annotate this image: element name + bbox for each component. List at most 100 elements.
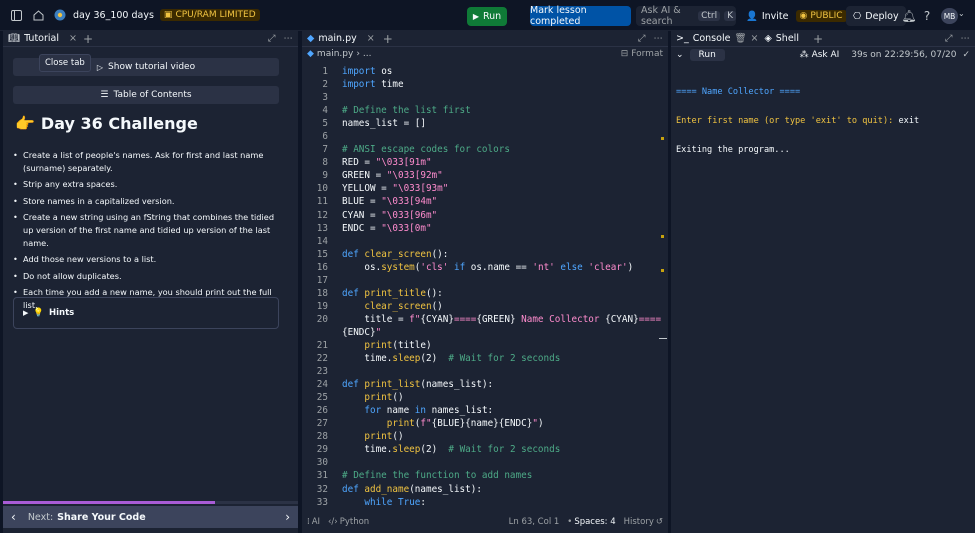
tab-shell[interactable]: ◈ Shell	[764, 33, 805, 44]
code-line[interactable]: 6	[302, 130, 660, 143]
code-line[interactable]: 21 print(title)	[302, 339, 660, 352]
code-line[interactable]: 22 time.sleep(2) # Wait for 2 seconds	[302, 352, 660, 365]
history-button[interactable]: History ↺	[624, 517, 663, 527]
cursor-position[interactable]: Ln 63, Col 1	[509, 517, 560, 527]
code-line[interactable]: 30	[302, 456, 660, 469]
deploy-button[interactable]: ⎔ Deploy	[846, 6, 906, 26]
code-text: CYAN = "\033[96m"	[342, 209, 438, 221]
play-icon: ▷	[96, 62, 104, 72]
code-line[interactable]: 8 RED = "\033[91m"	[302, 156, 660, 169]
console-ask-ai-label: Ask AI	[811, 50, 840, 60]
table-of-contents-button[interactable]: ☰ Table of Contents	[13, 86, 279, 104]
challenge-title: 👉 Day 36 Challenge	[15, 114, 198, 133]
chevron-down-icon[interactable]: ⌄	[958, 9, 965, 18]
code-line[interactable]: 1 import os	[302, 65, 660, 78]
indent-status[interactable]: • Spaces: 4	[567, 517, 615, 527]
console-toolbar: ⌄ Run ⁂ Ask AI 39s on 22:29:56, 07/20 ✓	[671, 47, 975, 63]
code-line[interactable]: 15 def clear_screen():	[302, 248, 660, 261]
code-line[interactable]: 2 import time	[302, 78, 660, 91]
home-icon[interactable]	[27, 4, 49, 26]
tab-tutorial[interactable]: 📖︎ Tutorial ×	[8, 33, 83, 44]
cpu-limited-badge[interactable]: ▣ CPU/RAM LIMITED	[159, 9, 260, 21]
code-line[interactable]: 17	[302, 274, 660, 287]
console-tab-bar: >_ Console 🗑︎ × ◈ Shell + ⤢ ⋯	[671, 31, 975, 47]
list-item: Add those new versions to a list.	[13, 253, 283, 266]
code-line[interactable]: 29 time.sleep(2) # Wait for 2 seconds	[302, 443, 660, 456]
new-tab-icon[interactable]: +	[83, 32, 93, 46]
run-button[interactable]: ▶ Run	[467, 7, 507, 26]
next-lesson-bar[interactable]: ‹ Next: Share Your Code ›	[3, 506, 298, 528]
invite-button[interactable]: 👤 Invite	[743, 6, 792, 26]
breadcrumb-file[interactable]: main.py	[317, 49, 353, 59]
format-button[interactable]: ⊟ Format	[621, 49, 663, 59]
avatar[interactable]: MB	[941, 8, 958, 24]
code-line[interactable]: 24 def print_list(names_list):	[302, 378, 660, 391]
code-line[interactable]: 25 print()	[302, 391, 660, 404]
code-line[interactable]: 28 print()	[302, 430, 660, 443]
chevron-right-icon[interactable]: ›	[285, 510, 290, 524]
editor-scrollbar[interactable]	[659, 65, 667, 505]
line-number: 27	[316, 418, 328, 430]
more-options-icon[interactable]: ⋯	[961, 33, 971, 44]
help-icon[interactable]: ?	[916, 5, 938, 27]
list-item: Store names in a capitalized version.	[13, 195, 283, 208]
line-number: 14	[316, 235, 328, 247]
code-line[interactable]: 10 YELLOW = "\033[93m"	[302, 182, 660, 195]
code-line[interactable]: 19 clear_screen()	[302, 300, 660, 313]
run-info: 39s on 22:29:56, 07/20	[851, 50, 957, 60]
mark-lesson-completed-button[interactable]: Mark lesson completed	[530, 5, 631, 27]
breadcrumb-symbol[interactable]: ...	[363, 49, 372, 59]
trash-icon[interactable]: 🗑︎	[734, 33, 746, 44]
expand-icon[interactable]: ⤢	[945, 33, 953, 44]
code-line[interactable]: {ENDC}"	[302, 326, 660, 339]
console-output[interactable]: ==== Name Collector ==== Enter first nam…	[676, 69, 919, 175]
code-editor[interactable]: 1 import os 2 import time 3 4 # Define the lis…	[302, 65, 662, 509]
close-tab-icon[interactable]: ×	[751, 33, 759, 44]
hints-toggle[interactable]: ▶ 💡 Hints	[13, 297, 279, 329]
close-tab-icon[interactable]: ×	[367, 33, 375, 44]
code-line[interactable]: 7 # ANSI escape codes for colors	[302, 143, 660, 156]
code-line[interactable]: 33 while True:	[302, 496, 660, 509]
close-tab-icon[interactable]: ×	[69, 33, 77, 44]
new-tab-icon[interactable]: +	[383, 32, 393, 46]
more-options-icon[interactable]: ⋯	[284, 33, 294, 44]
code-line[interactable]: 20 title = f"{CYAN}===={GREEN} Name Coll…	[302, 313, 662, 326]
ask-ai-search-label: Ask AI & search	[641, 5, 681, 27]
more-options-icon[interactable]: ⋯	[654, 33, 664, 44]
code-line[interactable]: 3	[302, 91, 660, 104]
tab-console[interactable]: >_ Console 🗑︎ ×	[676, 33, 764, 44]
code-line[interactable]: 14	[302, 235, 660, 248]
ask-ai-search-button[interactable]: Ask AI & search Ctrl K	[636, 5, 736, 27]
code-line[interactable]: 31 # Define the function to add names	[302, 469, 660, 482]
tab-main-py[interactable]: ◆ main.py ×	[307, 33, 381, 44]
code-line[interactable]: 27 print(f"{BLUE}{name}{ENDC}")	[302, 417, 660, 430]
language-status[interactable]: ‹/› Python	[328, 517, 369, 527]
chevron-left-icon[interactable]: ‹	[11, 510, 16, 524]
code-line[interactable]: 26 for name in names_list:	[302, 404, 660, 417]
next-title[interactable]: Share Your Code	[57, 512, 145, 523]
code-line[interactable]: 16 os.system('cls' if os.name == 'nt' el…	[302, 261, 660, 274]
list-item: Do not allow duplicates.	[13, 270, 283, 283]
new-tab-icon[interactable]: +	[813, 32, 823, 46]
code-line[interactable]: 12 CYAN = "\033[96m"	[302, 209, 660, 222]
code-text: # Define the list first	[342, 105, 471, 117]
code-line[interactable]: 13 ENDC = "\033[0m"	[302, 222, 660, 235]
code-line[interactable]: 4 # Define the list first	[302, 104, 660, 117]
repl-name[interactable]: day 36_100 days	[73, 10, 154, 21]
code-line[interactable]: 9 GREEN = "\033[92m"	[302, 169, 660, 182]
ai-status[interactable]: ⁞ AI	[307, 517, 320, 527]
sidebar-toggle-icon[interactable]	[5, 4, 27, 26]
code-line[interactable]: 5 names_list = []	[302, 117, 660, 130]
code-line[interactable]: 11 BLUE = "\033[94m"	[302, 195, 660, 208]
code-line[interactable]: 18 def print_title():	[302, 287, 660, 300]
chevron-down-icon[interactable]: ⌄	[676, 50, 684, 60]
public-badge[interactable]: ◉ PUBLIC	[795, 10, 847, 22]
console-input: exit	[898, 115, 920, 126]
expand-icon[interactable]: ⤢	[638, 33, 646, 44]
code-line[interactable]: 23	[302, 365, 660, 378]
code-line[interactable]: 32 def add_name(names_list):	[302, 483, 660, 496]
expand-icon[interactable]: ⤢	[268, 33, 276, 44]
code-text: title = f"{CYAN}===={GREEN} Name Collect…	[342, 313, 662, 325]
console-ask-ai-button[interactable]: ⁂ Ask AI	[800, 50, 840, 60]
console-run-button[interactable]: Run	[689, 49, 725, 61]
